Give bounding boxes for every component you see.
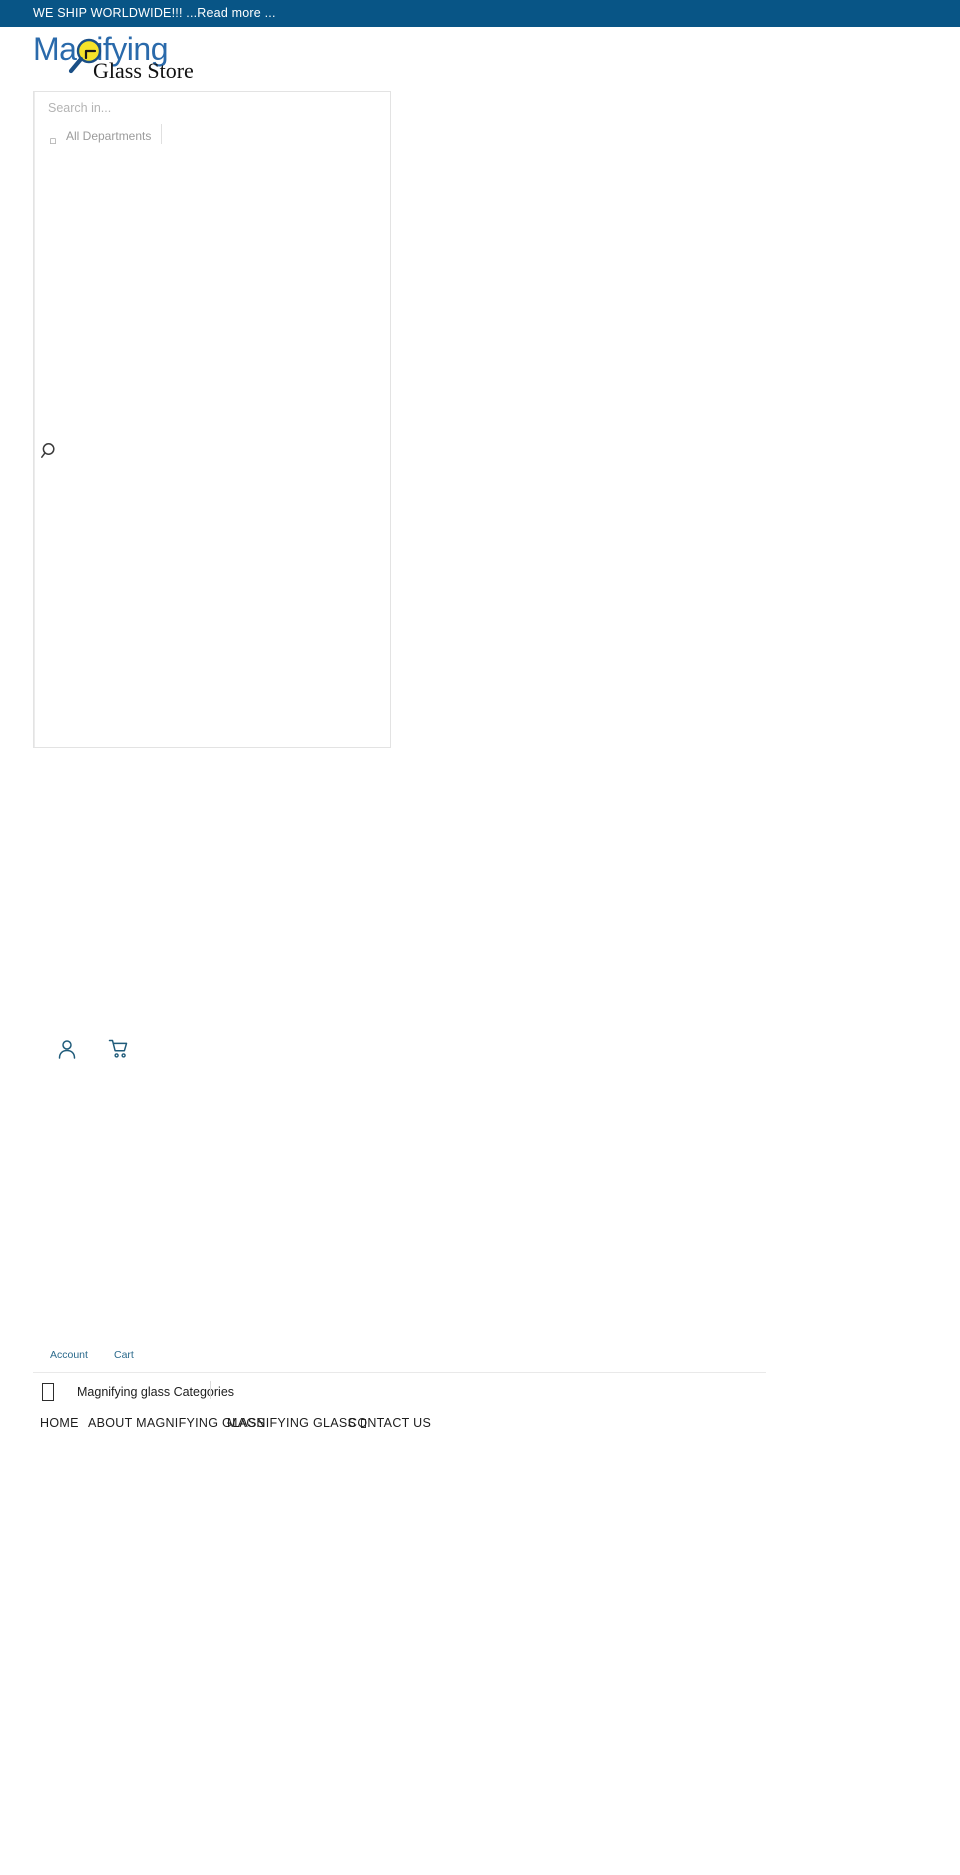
site-logo[interactable]: Ma nifying Glass Store	[33, 32, 205, 82]
user-icon	[58, 1040, 76, 1059]
cart-link[interactable]: Cart	[114, 1349, 134, 1361]
cart-button[interactable]	[108, 1036, 134, 1062]
panel-left-rule	[34, 92, 35, 747]
categories-toggle[interactable]: Magnifying glass Categories	[40, 1378, 440, 1406]
announcement-label[interactable]: WE SHIP WORLDWIDE!!! ...Read more ...	[33, 6, 276, 20]
account-button[interactable]	[56, 1036, 82, 1062]
account-link[interactable]: Account	[50, 1349, 88, 1361]
nav-item-home[interactable]: HOME	[40, 1414, 79, 1432]
announcement-bar: WE SHIP WORLDWIDE!!! ...Read more ...	[0, 0, 960, 27]
shopping-cart-icon	[108, 1039, 128, 1058]
nav-item-magnifying-glass-label: MAGNIFYING GLASS	[227, 1416, 357, 1430]
account-cart-labels: Account Cart	[50, 1349, 250, 1367]
nav-item-home-label: HOME	[40, 1416, 79, 1430]
svg-text:Ma: Ma	[33, 32, 77, 67]
nav-item-magnifying-glass[interactable]: MAGNIFYING GLASS	[227, 1414, 367, 1432]
logo-image: Ma nifying Glass Store	[33, 32, 194, 82]
categories-divider	[210, 1381, 211, 1399]
nav-item-contact-label: CONTACT US	[348, 1416, 432, 1430]
nav-item-contact-us[interactable]: CONTACT US	[348, 1414, 431, 1432]
main-navigation: HOME ABOUT MAGNIFYING GLASS MAGNIFYING G…	[40, 1414, 940, 1434]
header-divider-rule	[33, 1372, 766, 1373]
search-input[interactable]	[48, 97, 378, 119]
department-divider	[161, 124, 162, 144]
search-icon	[41, 443, 55, 458]
svg-text:Glass Store: Glass Store	[93, 58, 194, 82]
announcement-text: WE SHIP WORLDWIDE!!! ...Read more ...	[0, 7, 276, 20]
search-panel: ▫ All Departments	[33, 91, 391, 748]
department-glyph-icon: ▫	[49, 134, 57, 147]
menu-bars-icon	[42, 1383, 54, 1401]
search-input-row	[34, 92, 390, 124]
search-submit-button[interactable]	[36, 437, 64, 465]
department-label: All Departments	[66, 129, 152, 143]
department-selector[interactable]: ▫ All Departments	[34, 124, 162, 148]
account-cart-icons	[56, 1036, 176, 1066]
